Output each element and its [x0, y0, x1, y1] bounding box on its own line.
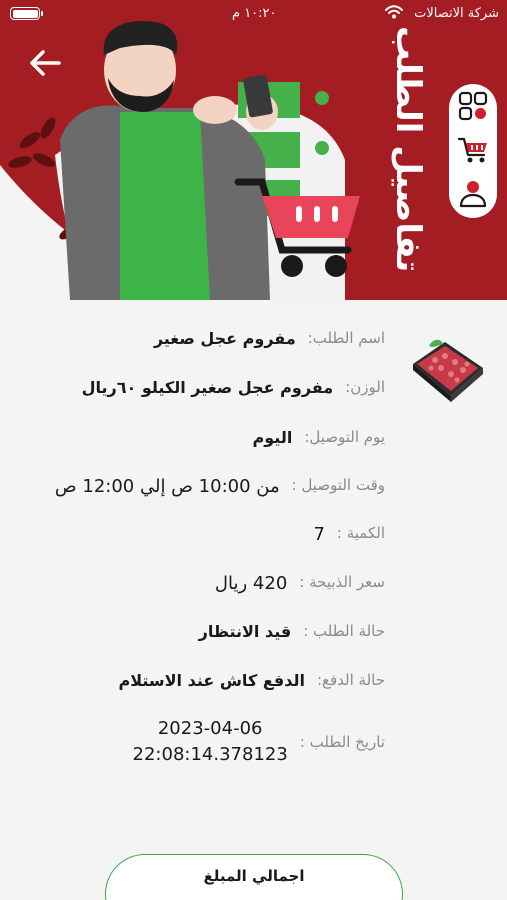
grid-icon[interactable] [457, 90, 489, 122]
total-amount-button[interactable]: اجمالي المبلغ [105, 854, 403, 900]
order-status-row: حالة الطلب : قيد الانتظار [199, 622, 385, 641]
order-status-value: قيد الانتظار [198, 622, 292, 641]
quantity-row: الكمية : 7 [313, 524, 385, 545]
arrow-left-icon [30, 50, 61, 76]
header-banner: تفاصيل الطلب [0, 0, 507, 300]
order-date-row: تاريخ الطلب : 2023-04-06 22:08:14.378123 [133, 716, 385, 768]
order-date-value: 2023-04-06 22:08:14.378123 [133, 716, 288, 768]
price-row: سعر الذبيحة : 420 ريال [215, 573, 385, 594]
battery-icon [10, 7, 43, 20]
quantity-label: الكمية : [336, 524, 385, 542]
price-label: سعر الذبيحة : [299, 573, 385, 591]
profile-icon[interactable] [457, 178, 489, 210]
status-bar: ١٠:٢٠ م شركة الاتصالات [0, 0, 507, 28]
status-time: ١٠:٢٠ م [232, 6, 277, 21]
order-date-time: 22:08:14.378123 [132, 744, 288, 765]
payment-row: حالة الدفع: الدفع كاش عند الاستلام [118, 671, 385, 690]
page-title: تفاصيل الطلب [388, 25, 428, 272]
order-status-label: حالة الطلب : [303, 622, 385, 640]
delivery-time-row: وقت التوصيل : من 10:00 ص إلي 12:00 ص [55, 476, 385, 497]
payment-value: الدفع كاش عند الاستلام [118, 671, 305, 690]
delivery-day-label: يوم التوصيل: [304, 428, 385, 446]
delivery-day-row: يوم التوصيل: اليوم [253, 428, 385, 447]
price-value: 420 ريال [214, 573, 288, 594]
carrier-name: شركة الاتصالات [414, 6, 499, 21]
weight-value: مفروم عجل صغير الكيلو ٦٠ريال [81, 378, 334, 397]
delivery-time-value: من 10:00 ص إلي 12:00 ص [54, 476, 280, 497]
delivery-time-label: وقت التوصيل : [291, 476, 385, 494]
order-name-row: اسم الطلب: مفروم عجل صغير [154, 329, 385, 348]
delivery-day-value: اليوم [252, 428, 293, 447]
order-name-value: مفروم عجل صغير [153, 329, 296, 348]
quantity-value: 7 [313, 524, 325, 545]
payment-label: حالة الدفع: [316, 671, 385, 689]
wifi-icon [385, 5, 403, 19]
order-date-day: 2023-04-06 [157, 718, 263, 739]
header-illustration [0, 0, 507, 300]
order-name-label: اسم الطلب: [307, 329, 385, 347]
total-amount-label: اجمالي المبلغ [203, 867, 305, 885]
quick-actions-pill [449, 84, 497, 218]
back-arrow-button[interactable] [26, 44, 64, 82]
cart-icon[interactable] [457, 134, 489, 166]
weight-row: الوزن: مفروم عجل صغير الكيلو ٦٠ريال [82, 378, 385, 397]
weight-label: الوزن: [345, 378, 385, 396]
order-date-label: تاريخ الطلب : [299, 733, 385, 751]
product-image [405, 334, 485, 410]
